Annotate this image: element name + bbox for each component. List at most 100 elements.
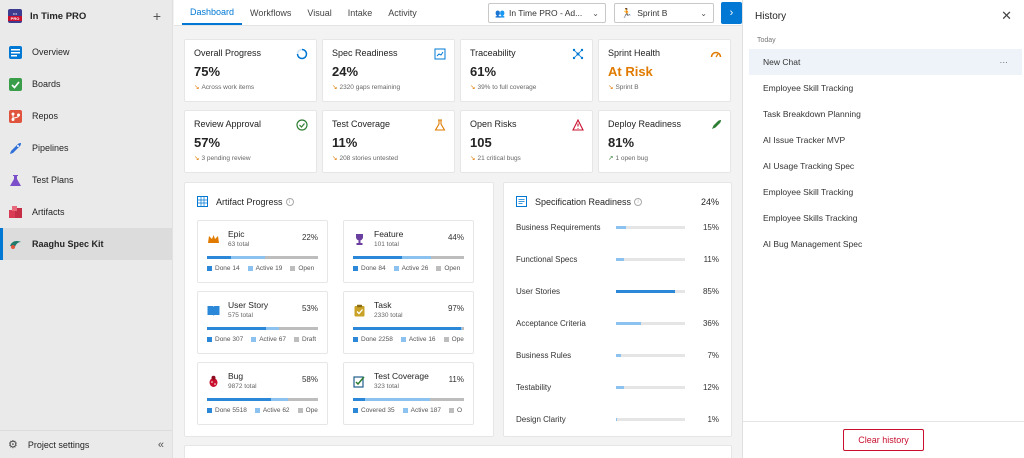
artifact-card-test-coverage[interactable]: Test Coverage 323 total 11% Covered 35 A… [343, 362, 474, 425]
bar-open-segment [279, 327, 318, 330]
sidebar-item-pipelines[interactable]: Pipelines [0, 132, 172, 164]
artifact-progress-bar [207, 327, 318, 330]
history-item[interactable]: AI Issue Tracker MVP [749, 127, 1022, 153]
history-item[interactable]: Employee Skill Tracking [749, 75, 1022, 101]
bottom-panel [184, 445, 732, 458]
kpi-value: 75% [194, 64, 221, 79]
tab-dashboard[interactable]: Dashboard [182, 0, 243, 25]
kpi-value: 61% [470, 64, 497, 79]
artifact-progress-bar [207, 256, 318, 259]
tab-visual[interactable]: Visual [299, 0, 339, 25]
kpi-title: Spec Readiness [332, 48, 398, 58]
artifact-card-feature[interactable]: Feature 101 total 44% Done 84 Active 26 … [343, 220, 474, 283]
project-select[interactable]: 👥 In Time PRO - Ad... ⌄ [488, 3, 606, 23]
tab-activity[interactable]: Activity [380, 0, 425, 25]
spec-row-business-requirements: Business Requirements 15% [516, 221, 719, 233]
sidebar-item-spec-kit[interactable]: Raaghu Spec Kit [0, 228, 172, 260]
artifact-progress-title: Artifact Progress i [197, 196, 294, 207]
bar-done-segment [207, 398, 272, 401]
kpi-review-approval[interactable]: Review Approval 57% ↘ 3 pending review [184, 110, 317, 173]
sidebar-item-test-plans[interactable]: Test Plans [0, 164, 172, 196]
history-item[interactable]: Employee Skills Tracking [749, 205, 1022, 231]
kpi-value: 81% [608, 135, 635, 150]
kpi-open-risks[interactable]: Open Risks 105 ↘ 21 critical bugs [460, 110, 593, 173]
sidebar-item-label: Artifacts [32, 207, 65, 217]
kpi-sub: ↗ 1 open bug [608, 155, 648, 162]
history-item-label: AI Bug Management Spec [763, 239, 863, 249]
history-item[interactable]: AI Bug Management Spec [749, 231, 1022, 257]
artifact-legend: Done 14 Active 19 Open [207, 265, 322, 272]
sidebar-item-label: Pipelines [32, 143, 69, 153]
tab-workflows[interactable]: Workflows [242, 0, 299, 25]
info-icon[interactable]: i [285, 197, 294, 206]
kpi-sub: ↘ Sprint B [608, 84, 639, 91]
artifact-name: Epic [228, 229, 245, 239]
spec-row-fill [616, 417, 617, 421]
artifact-card-task[interactable]: Task 2330 total 97% Done 2258 Active 16 … [343, 291, 474, 354]
kpi-value: 105 [470, 135, 492, 150]
project-settings-link[interactable]: Project settings [28, 440, 158, 450]
artifact-pct: 22% [301, 233, 318, 242]
sidebar-item-repos[interactable]: Repos [0, 100, 172, 132]
chevron-down-icon: ⌄ [592, 8, 599, 18]
artifact-name: Feature [374, 229, 404, 239]
kpi-traceability[interactable]: Traceability 61% ↘ 39% to full coverage [460, 39, 593, 102]
spec-row-pct: 11% [703, 254, 719, 264]
history-item[interactable]: AI Usage Tracking Spec [749, 153, 1022, 179]
bug-icon [209, 375, 218, 387]
test-check-icon [353, 376, 365, 388]
artifact-progress-panel: Artifact Progress i Epic 63 total 22% Do… [184, 182, 494, 437]
more-options-icon[interactable]: ··· [1000, 57, 1009, 67]
kpi-spec-readiness[interactable]: Spec Readiness 24% ↘ 2320 gaps remaining [322, 39, 455, 102]
kpi-sub: ↘ 2320 gaps remaining [332, 84, 401, 91]
kpi-overall-progress[interactable]: Overall Progress 75% ↘ Across work items [184, 39, 317, 102]
spec-row-pct: 7% [707, 350, 719, 360]
clear-history-button[interactable]: Clear history [843, 429, 924, 451]
bar-done-segment [353, 327, 461, 330]
spec-kit-icon [8, 237, 22, 251]
spec-row-business-rules: Business Rules 7% [516, 349, 719, 361]
add-icon[interactable]: + [150, 8, 164, 24]
artifact-card-epic[interactable]: Epic 63 total 22% Done 14 Active 19 Open [197, 220, 328, 283]
flask-icon [434, 119, 446, 131]
info-icon[interactable]: i [634, 197, 643, 206]
tab-intake[interactable]: Intake [340, 0, 381, 25]
expand-panel-button[interactable]: › [721, 2, 742, 24]
bar-open-segment [430, 256, 464, 259]
top-tab-bar: Dashboard Workflows Visual Intake Activi… [174, 0, 742, 26]
test-plans-icon [8, 173, 22, 187]
spec-row-label: Acceptance Criteria [516, 318, 586, 328]
history-item[interactable]: Task Breakdown Planning [749, 101, 1022, 127]
kpi-deploy-readiness[interactable]: Deploy Readiness 81% ↗ 1 open bug [598, 110, 731, 173]
spec-row-label: Testability [516, 382, 552, 392]
artifact-card-bug[interactable]: Bug 9872 total 58% Done 5518 Active 62 O… [197, 362, 328, 425]
kpi-title: Traceability [470, 48, 516, 58]
history-item-label: AI Issue Tracker MVP [763, 135, 846, 145]
artifact-card-user-story[interactable]: User Story 575 total 53% Done 307 Active… [197, 291, 328, 354]
bar-done-segment [353, 398, 366, 401]
artifact-total: 63 total [228, 241, 250, 248]
sidebar-item-artifacts[interactable]: Artifacts [0, 196, 172, 228]
history-item-new-chat[interactable]: New Chat ··· [749, 49, 1022, 75]
sidebar-item-overview[interactable]: Overview [0, 36, 172, 68]
history-item[interactable]: Employee Skill Tracking [749, 179, 1022, 205]
kpi-sprint-health[interactable]: Sprint Health At Risk ↘ Sprint B [598, 39, 731, 102]
bar-active-segment [271, 398, 289, 401]
kpi-sub: ↘ 39% to full coverage [470, 84, 537, 91]
bar-open-segment [288, 398, 318, 401]
artifact-pct: 97% [447, 304, 464, 313]
kpi-test-coverage[interactable]: Test Coverage 11% ↘ 208 stories untested [322, 110, 455, 173]
close-icon[interactable]: ✕ [1001, 8, 1012, 24]
artifacts-icon [8, 205, 22, 219]
collapse-sidebar-icon[interactable]: « [158, 439, 164, 451]
spec-row-label: Design Clarity [516, 414, 566, 424]
history-title: History [755, 10, 787, 22]
kpi-sub: ↘ 208 stories untested [332, 155, 398, 162]
chevron-down-icon: ⌄ [700, 8, 707, 18]
sidebar-item-label: Raaghu Spec Kit [32, 239, 104, 249]
check-circle-icon [296, 119, 308, 131]
artifact-total: 101 total [374, 241, 399, 248]
sidebar-item-label: Repos [32, 111, 59, 121]
sprint-select[interactable]: 🏃 Sprint B ⌄ [614, 3, 714, 23]
sidebar-item-boards[interactable]: Boards [0, 68, 172, 100]
